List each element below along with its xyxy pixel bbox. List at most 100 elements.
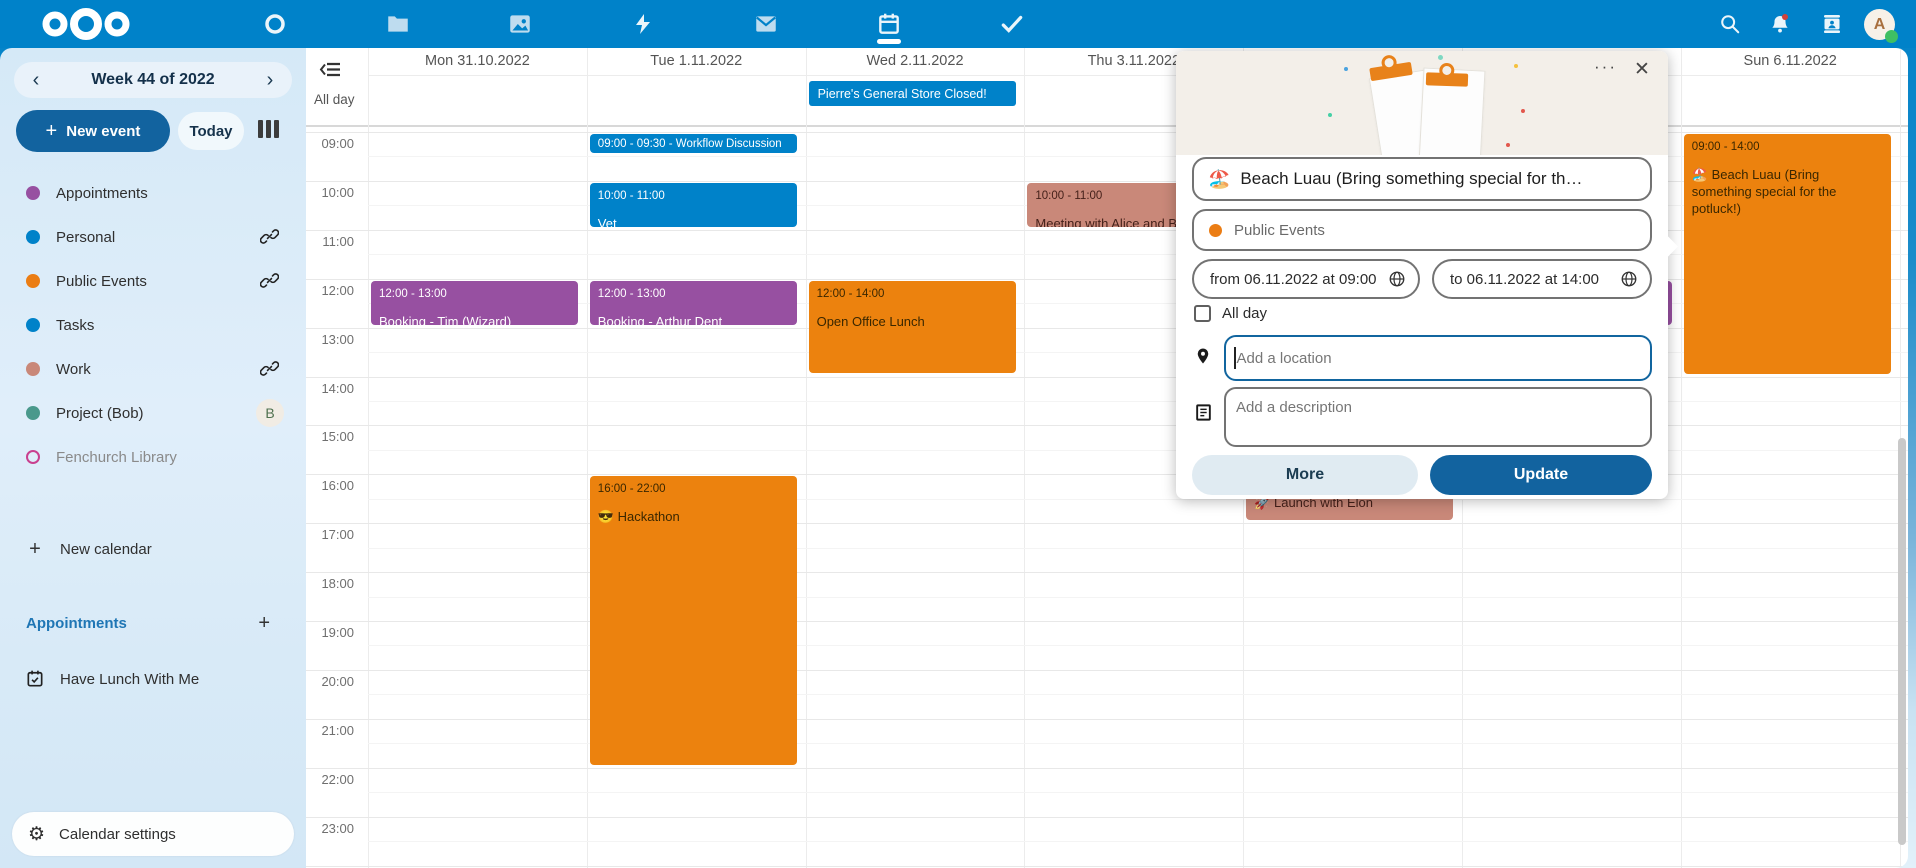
calendar-color-dot[interactable] bbox=[26, 406, 40, 420]
timezone-globe-icon[interactable] bbox=[1620, 270, 1638, 288]
share-link-icon[interactable] bbox=[260, 359, 280, 379]
mail-icon[interactable] bbox=[744, 0, 788, 48]
day-separator-line bbox=[587, 48, 588, 868]
sidebar-calendar-appointments[interactable]: Appointments bbox=[14, 171, 292, 215]
event-title-value: Beach Luau (Bring something special for … bbox=[1240, 169, 1650, 189]
calendar-label: Fenchurch Library bbox=[56, 449, 292, 466]
calendar-settings-button[interactable]: ⚙ Calendar settings bbox=[12, 812, 294, 856]
hour-label: 21:00 bbox=[306, 723, 360, 738]
event-title-field[interactable]: 🏖️ Beach Luau (Bring something special f… bbox=[1192, 157, 1652, 201]
appointments-heading: Appointments bbox=[26, 615, 258, 632]
hour-label: 10:00 bbox=[306, 185, 360, 200]
all-day-label: All day bbox=[1222, 305, 1267, 322]
calendar-color-dot[interactable] bbox=[26, 186, 40, 200]
event-time: 10:00 - 11:00 bbox=[590, 183, 797, 203]
photos-icon[interactable] bbox=[498, 0, 542, 48]
notifications-bell-icon[interactable] bbox=[1758, 0, 1802, 48]
week-switcher: ‹ Week 44 of 2022 › bbox=[14, 62, 292, 98]
event-title: 🏖️ Beach Luau (Bring something special f… bbox=[1684, 154, 1891, 217]
update-button[interactable]: Update bbox=[1430, 455, 1652, 495]
event-title: 09:00 - 09:30 - Workflow Discussion bbox=[590, 137, 790, 151]
calendar-event[interactable]: 09:00 - 09:30 - Workflow Discussion bbox=[590, 134, 797, 153]
search-icon[interactable] bbox=[1708, 0, 1752, 48]
location-input[interactable]: Add a location bbox=[1224, 335, 1652, 381]
today-button[interactable]: Today bbox=[178, 112, 244, 150]
collapse-sidebar-icon[interactable] bbox=[318, 60, 344, 80]
hour-label: 22:00 bbox=[306, 772, 360, 787]
description-input[interactable]: Add a description bbox=[1224, 387, 1652, 447]
calendar-event[interactable]: 09:00 - 14:00🏖️ Beach Luau (Bring someth… bbox=[1684, 134, 1891, 374]
files-icon[interactable] bbox=[376, 0, 420, 48]
calendar-event[interactable]: 16:00 - 22:00😎 Hackathon bbox=[590, 476, 797, 764]
day-header: Tue 1.11.2022 bbox=[650, 53, 742, 69]
event-time: 16:00 - 22:00 bbox=[590, 476, 797, 496]
contacts-icon[interactable] bbox=[1810, 0, 1854, 48]
half-hour-gridline bbox=[368, 352, 1908, 353]
start-datetime-field[interactable]: from 06.11.2022 at 09:00 bbox=[1192, 259, 1420, 299]
new-event-button[interactable]: + New event bbox=[16, 110, 170, 152]
online-status-dot bbox=[1885, 30, 1898, 43]
calendar-label: Tasks bbox=[56, 317, 292, 334]
calendar-color-dot[interactable] bbox=[26, 318, 40, 332]
previous-week-button[interactable]: ‹ bbox=[24, 69, 48, 92]
calendar-label: Public Events bbox=[56, 273, 260, 290]
sidebar-calendar-tasks[interactable]: Tasks bbox=[14, 303, 292, 347]
nextcloud-logo[interactable] bbox=[38, 0, 134, 48]
plus-icon: + bbox=[46, 120, 58, 143]
more-button[interactable]: More bbox=[1192, 455, 1418, 495]
shared-by-avatar: B bbox=[256, 399, 284, 427]
sidebar-calendar-fenchurch-library[interactable]: Fenchurch Library bbox=[14, 435, 292, 479]
timezone-globe-icon[interactable] bbox=[1388, 270, 1406, 288]
new-calendar-button[interactable]: + New calendar bbox=[14, 531, 292, 567]
hour-label: 20:00 bbox=[306, 674, 360, 689]
share-link-icon[interactable] bbox=[260, 227, 280, 247]
calendar-event[interactable]: 10:00 - 11:00Vet bbox=[590, 183, 797, 227]
hour-label: 17:00 bbox=[306, 527, 360, 542]
calendar-color-dot[interactable] bbox=[26, 450, 40, 464]
gear-icon: ⚙ bbox=[28, 823, 45, 846]
sidebar-calendar-work[interactable]: Work bbox=[14, 347, 292, 391]
next-week-button[interactable]: › bbox=[258, 69, 282, 92]
avatar[interactable]: A bbox=[1864, 9, 1895, 40]
calendar-event[interactable]: 12:00 - 13:00Booking - Arthur Dent bbox=[590, 281, 797, 325]
checkbox-icon[interactable] bbox=[1194, 305, 1211, 322]
hour-label: 11:00 bbox=[306, 234, 360, 249]
day-separator-line bbox=[806, 48, 807, 868]
avatar-initial: A bbox=[1874, 16, 1886, 34]
beach-umbrella-emoji: 🏖️ bbox=[1208, 169, 1230, 190]
start-datetime-value: from 06.11.2022 at 09:00 bbox=[1210, 271, 1377, 288]
calendar-event[interactable]: 12:00 - 13:00Booking - Tim (Wizard) bbox=[371, 281, 578, 325]
text-cursor bbox=[1234, 347, 1236, 369]
calendar-picker-field[interactable]: Public Events bbox=[1192, 209, 1652, 251]
add-appointment-button[interactable]: + bbox=[258, 612, 270, 635]
day-separator-line bbox=[1024, 48, 1025, 868]
sidebar-calendar-personal[interactable]: Personal bbox=[14, 215, 292, 259]
hour-label: 19:00 bbox=[306, 625, 360, 640]
calendar-color-dot[interactable] bbox=[26, 274, 40, 288]
calendar-picker-value: Public Events bbox=[1234, 222, 1325, 239]
calendar-color-dot[interactable] bbox=[26, 362, 40, 376]
day-separator-line bbox=[1681, 48, 1682, 868]
tasks-icon[interactable] bbox=[990, 0, 1034, 48]
popup-actions-icon[interactable]: ··· bbox=[1594, 57, 1617, 77]
share-link-icon[interactable] bbox=[260, 271, 280, 291]
calendar-color-dot[interactable] bbox=[26, 230, 40, 244]
allday-event[interactable]: Pierre's General Store Closed! bbox=[809, 81, 1016, 106]
appointment-item[interactable]: Have Lunch With Me bbox=[14, 661, 292, 697]
event-title: Booking - Tim (Wizard) bbox=[371, 301, 578, 325]
end-datetime-field[interactable]: to 06.11.2022 at 14:00 bbox=[1432, 259, 1652, 299]
activity-icon[interactable] bbox=[621, 0, 665, 48]
dashboard-icon[interactable] bbox=[253, 0, 297, 48]
sidebar-calendar-project-bob-[interactable]: Project (Bob)B bbox=[14, 391, 292, 435]
active-app-indicator bbox=[877, 39, 901, 44]
view-columns-icon[interactable] bbox=[258, 120, 279, 138]
close-icon[interactable]: ✕ bbox=[1634, 58, 1650, 81]
hour-gridline bbox=[306, 719, 1908, 720]
vertical-scrollbar[interactable] bbox=[1898, 438, 1906, 845]
sidebar-calendar-public-events[interactable]: Public Events bbox=[14, 259, 292, 303]
all-day-checkbox[interactable]: All day bbox=[1194, 305, 1267, 322]
half-hour-gridline bbox=[368, 401, 1908, 402]
event-editor-popup: ··· ✕ 🏖️ Beach Luau (Bring something spe… bbox=[1176, 51, 1668, 499]
hour-gridline bbox=[306, 768, 1908, 769]
calendar-event[interactable]: 12:00 - 14:00Open Office Lunch bbox=[809, 281, 1016, 374]
